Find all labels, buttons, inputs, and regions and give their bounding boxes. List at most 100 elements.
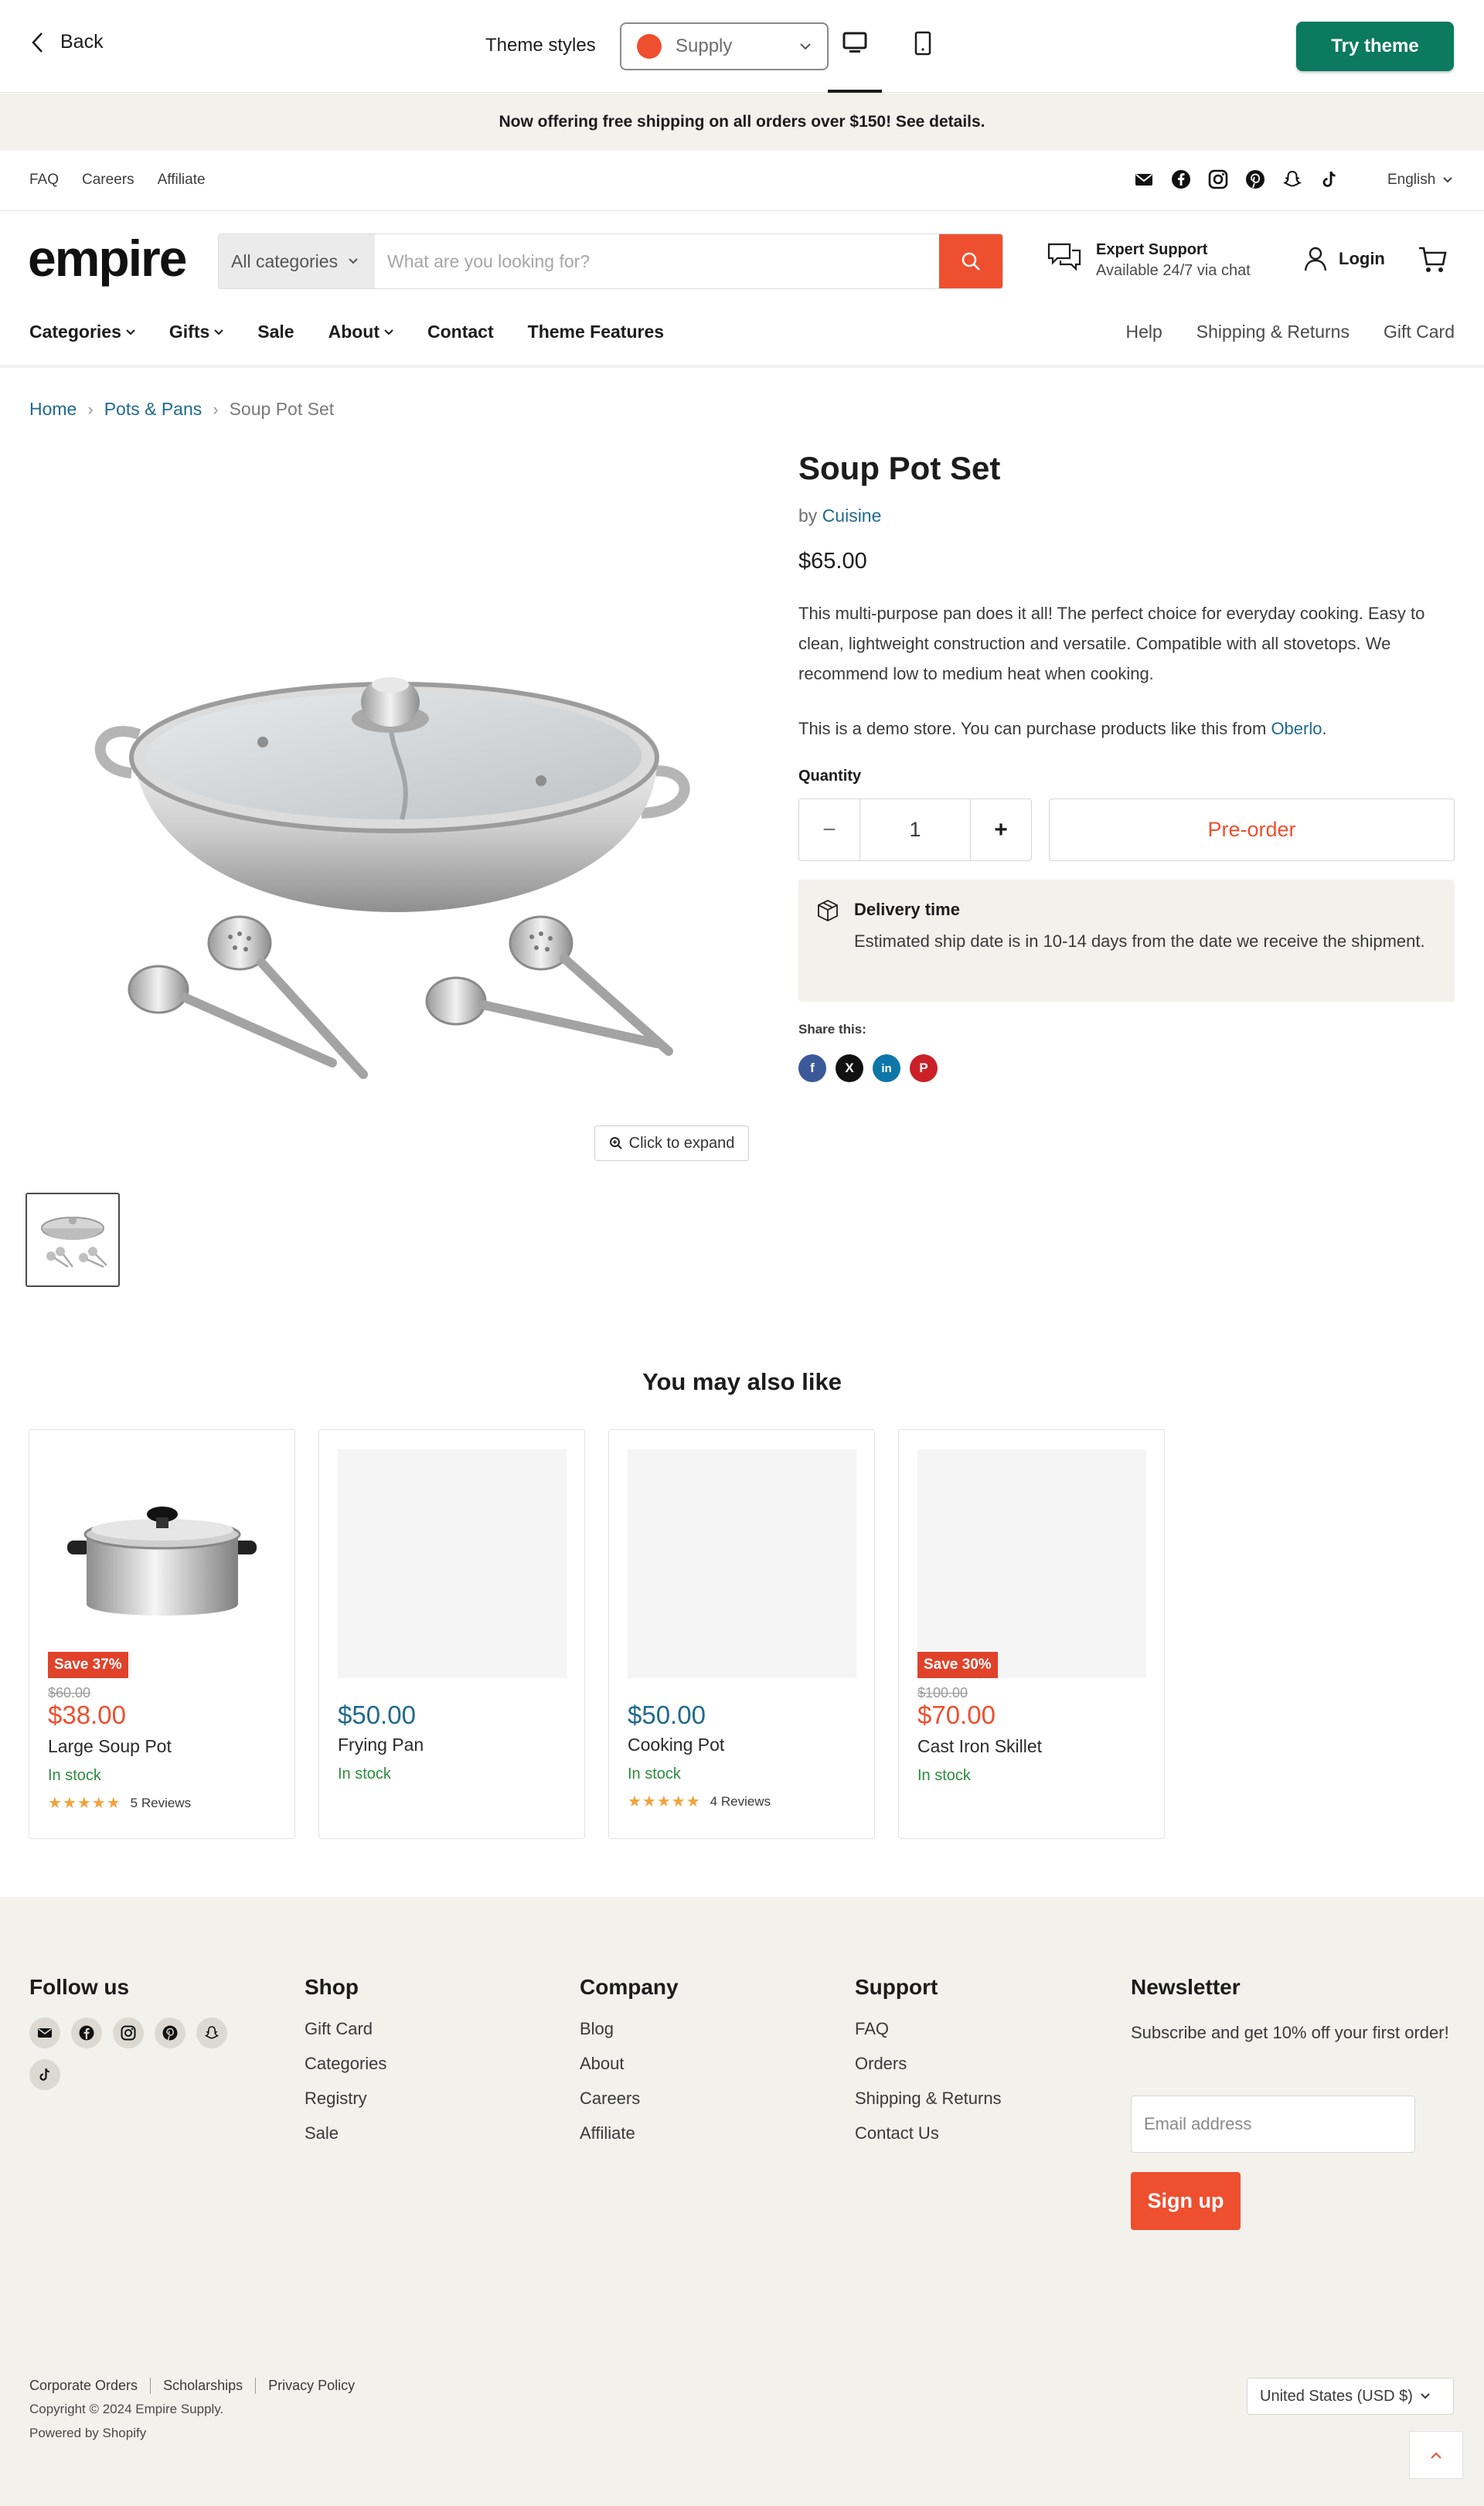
footer-link-gift-card[interactable]: Gift Card xyxy=(305,2019,386,2039)
footer-link-sale[interactable]: Sale xyxy=(305,2123,386,2143)
product-card-image[interactable] xyxy=(917,1449,1146,1678)
footer-social-icons xyxy=(29,2017,227,2048)
pinterest-icon[interactable]: P xyxy=(910,1054,938,1082)
product-card-image[interactable] xyxy=(628,1449,856,1678)
product-card-title[interactable]: Large Soup Pot xyxy=(48,1736,172,1757)
nav-item-about[interactable]: About xyxy=(328,322,393,342)
email-icon[interactable] xyxy=(1133,169,1155,190)
tiktok-icon[interactable] xyxy=(1319,169,1340,190)
footer-link-about[interactable]: About xyxy=(580,2054,640,2074)
x-icon[interactable]: X xyxy=(836,1054,863,1082)
announcement-bar[interactable]: Now offering free shipping on all orders… xyxy=(0,94,1484,151)
nav-item-help[interactable]: Help xyxy=(1125,322,1162,342)
product-card[interactable]: $50.00 Frying Pan In stock xyxy=(318,1429,585,1839)
footer-link-orders[interactable]: Orders xyxy=(855,2054,1002,2074)
quantity-decrease-button[interactable]: − xyxy=(799,799,859,860)
product-card-title[interactable]: Cooking Pot xyxy=(628,1735,724,1755)
mobile-view-button[interactable] xyxy=(896,31,950,93)
footer-shop-links: Gift Card Categories Registry Sale xyxy=(305,2019,386,2143)
facebook-icon[interactable]: f xyxy=(798,1054,826,1082)
snapchat-icon[interactable] xyxy=(1281,169,1303,190)
quantity-increase-button[interactable]: + xyxy=(971,799,1031,860)
star-rating: ★★★★★ xyxy=(628,1793,701,1810)
footer-link-blog[interactable]: Blog xyxy=(580,2019,640,2039)
nav-item-categories[interactable]: Categories xyxy=(29,322,135,342)
back-label: Back xyxy=(60,31,104,53)
back-to-top-button[interactable] xyxy=(1409,2431,1463,2479)
chevron-down-icon xyxy=(1443,177,1453,183)
footer-link-categories[interactable]: Categories xyxy=(305,2054,386,2074)
demo-store-note: This is a demo store. You can purchase p… xyxy=(798,719,1327,739)
product-card[interactable]: $50.00 Cooking Pot In stock ★★★★★ 4 Revi… xyxy=(608,1429,875,1839)
product-main-image[interactable] xyxy=(85,634,703,1113)
try-theme-button[interactable]: Try theme xyxy=(1296,22,1454,71)
product-card-image[interactable] xyxy=(48,1449,277,1678)
footer-social-icons-row2 xyxy=(29,2059,60,2090)
theme-style-select[interactable]: Supply xyxy=(620,22,829,70)
powered-by-link[interactable]: Powered by Shopify xyxy=(29,2426,146,2441)
nav-item-gift-card[interactable]: Gift Card xyxy=(1384,322,1455,342)
footer-link-privacy-policy[interactable]: Privacy Policy xyxy=(255,2378,367,2394)
desktop-view-button[interactable] xyxy=(828,31,882,93)
secondary-navigation: Help Shipping & Returns Gift Card xyxy=(1125,322,1455,342)
breadcrumb-home[interactable]: Home xyxy=(29,399,77,420)
footer-link-careers[interactable]: Careers xyxy=(580,2089,640,2109)
search-category-select[interactable]: All categories xyxy=(219,234,375,288)
footer-link-shipping-returns[interactable]: Shipping & Returns xyxy=(855,2089,1002,2109)
pinterest-icon[interactable] xyxy=(155,2017,186,2048)
language-selector[interactable]: English xyxy=(1387,172,1453,189)
linkedin-icon[interactable]: in xyxy=(873,1054,900,1082)
product-card[interactable]: Save 37% $60.00 $38.00 Large Soup Pot In… xyxy=(29,1429,295,1839)
footer-link-affiliate[interactable]: Affiliate xyxy=(580,2123,640,2143)
store-logo[interactable]: empire xyxy=(28,229,187,288)
newsletter-email-field[interactable]: Email address xyxy=(1131,2096,1415,2153)
facebook-icon[interactable] xyxy=(1170,169,1192,190)
product-card[interactable]: Save 30% $100.00 $70.00 Cast Iron Skille… xyxy=(898,1429,1165,1839)
login-link[interactable]: Login xyxy=(1303,246,1385,272)
oberlo-link[interactable]: Oberlo xyxy=(1271,719,1322,738)
product-card-image[interactable] xyxy=(338,1449,567,1678)
quantity-input[interactable]: 1 xyxy=(859,799,971,860)
search-submit-button[interactable] xyxy=(939,234,1002,288)
search-input[interactable] xyxy=(375,234,939,288)
nav-item-contact[interactable]: Contact xyxy=(427,322,494,342)
nav-item-shipping-returns[interactable]: Shipping & Returns xyxy=(1196,322,1350,342)
footer-link-contact-us[interactable]: Contact Us xyxy=(855,2123,1002,2143)
product-card-title[interactable]: Cast Iron Skillet xyxy=(917,1736,1042,1757)
tiktok-icon[interactable] xyxy=(29,2059,60,2090)
expert-support[interactable]: Expert Support Available 24/7 via chat xyxy=(1047,241,1251,280)
nav-item-theme-features[interactable]: Theme Features xyxy=(528,322,664,342)
utility-link-affiliate[interactable]: Affiliate xyxy=(158,172,206,189)
utility-link-careers[interactable]: Careers xyxy=(82,172,134,189)
facebook-icon[interactable] xyxy=(71,2017,102,2048)
footer-link-registry[interactable]: Registry xyxy=(305,2089,386,2109)
utility-link-faq[interactable]: FAQ xyxy=(29,172,59,189)
footer-link-scholarships[interactable]: Scholarships xyxy=(150,2378,255,2394)
email-icon[interactable] xyxy=(29,2017,60,2048)
footer-link-faq[interactable]: FAQ xyxy=(855,2019,1002,2039)
cart-icon xyxy=(1418,244,1448,275)
nav-item-sale[interactable]: Sale xyxy=(257,322,294,342)
newsletter-signup-button[interactable]: Sign up xyxy=(1131,2172,1241,2230)
currency-selector[interactable]: United States (USD $) xyxy=(1247,2378,1454,2415)
footer-link-corporate-orders[interactable]: Corporate Orders xyxy=(29,2378,150,2394)
review-count: 5 Reviews xyxy=(130,1795,192,1810)
theme-color-swatch xyxy=(637,34,662,59)
vendor-link[interactable]: Cuisine xyxy=(822,506,882,526)
copyright-text: Copyright © 2024 Empire Supply. xyxy=(29,2402,224,2416)
theme-select-value: Supply xyxy=(676,36,733,56)
cart-button[interactable] xyxy=(1418,244,1448,275)
chevron-left-icon xyxy=(31,32,43,53)
pinterest-icon[interactable] xyxy=(1244,169,1266,190)
click-to-expand-button[interactable]: Click to expand xyxy=(594,1125,749,1161)
product-thumbnail[interactable] xyxy=(26,1193,120,1287)
back-button[interactable]: Back xyxy=(31,31,104,53)
product-card-title[interactable]: Frying Pan xyxy=(338,1735,424,1755)
pre-order-button[interactable]: Pre-order xyxy=(1049,798,1455,861)
instagram-icon[interactable] xyxy=(1207,169,1229,190)
main-navigation: Categories Gifts Sale About Contact Them… xyxy=(29,322,664,342)
nav-item-gifts[interactable]: Gifts xyxy=(169,322,223,342)
instagram-icon[interactable] xyxy=(113,2017,144,2048)
breadcrumb-collection[interactable]: Pots & Pans xyxy=(104,399,203,420)
snapchat-icon[interactable] xyxy=(196,2017,227,2048)
